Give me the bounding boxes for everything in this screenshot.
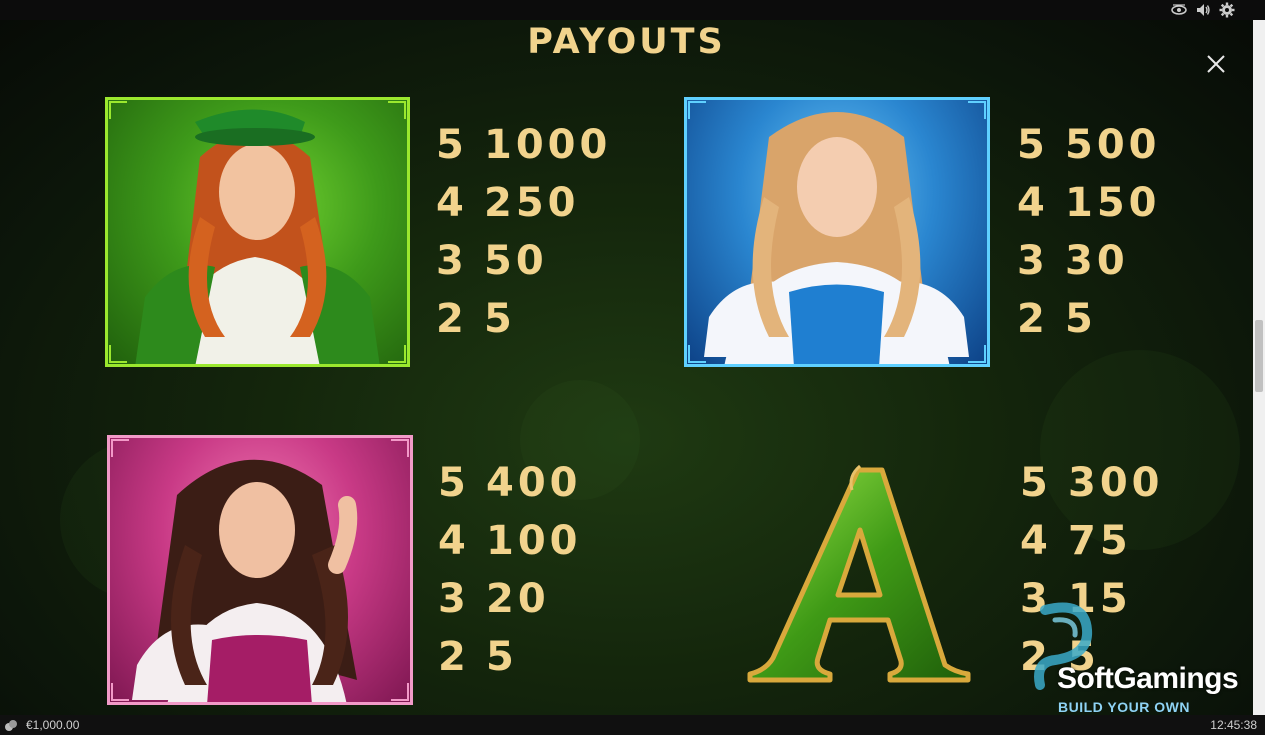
symbol-blue-girl <box>684 97 990 367</box>
frame-corner <box>388 101 406 119</box>
clock-display: 12:45:38 <box>1210 718 1257 732</box>
symbol-count: 2 <box>1017 296 1049 342</box>
close-icon <box>1207 55 1225 73</box>
close-button[interactable] <box>1202 50 1230 78</box>
payout-value: 5 <box>1065 296 1097 342</box>
top-toolbar <box>0 0 1265 20</box>
symbol-count: 4 <box>1020 518 1052 564</box>
frame-corner <box>391 683 409 701</box>
symbol-count: 4 <box>438 518 470 564</box>
payout-value: 150 <box>1065 180 1161 226</box>
payout-value: 20 <box>486 576 550 622</box>
frame-corner <box>388 345 406 363</box>
frame-corner <box>109 345 127 363</box>
payout-value: 5 <box>486 634 518 680</box>
scrollbar[interactable] <box>1253 20 1265 715</box>
payout-value: 75 <box>1068 518 1132 564</box>
page-title: PAYOUTS <box>527 22 726 62</box>
frame-corner <box>111 439 129 457</box>
payout-row: 3 30 <box>1017 232 1161 290</box>
payout-value: 50 <box>484 238 548 284</box>
payout-row: 4 100 <box>438 512 582 570</box>
balance-display: €1,000.00 <box>26 718 80 732</box>
frame-corner <box>968 345 986 363</box>
payout-row: 3 20 <box>438 570 582 628</box>
payout-value: 300 <box>1068 460 1164 506</box>
ace-letter-icon <box>747 464 971 683</box>
payout-value: 500 <box>1065 122 1161 168</box>
frame-corner <box>968 101 986 119</box>
symbol-frame <box>107 435 413 705</box>
symbol-ace <box>740 460 980 690</box>
symbol-count: 5 <box>436 122 468 168</box>
eye-icon[interactable] <box>1171 2 1187 18</box>
payout-row: 25 <box>438 628 582 686</box>
payout-value: 30 <box>1065 238 1129 284</box>
payout-row: 4 75 <box>1020 512 1164 570</box>
symbol-count: 5 <box>1017 122 1049 168</box>
payout-row: 25 <box>1017 290 1161 348</box>
symbol-count: 5 <box>438 460 470 506</box>
symbol-count: 2 <box>438 634 470 680</box>
payout-value: 5 <box>484 296 516 342</box>
payout-row: 4 150 <box>1017 174 1161 232</box>
payout-list-green-girl: 5 1000 4 250 3 50 25 <box>436 116 611 348</box>
symbol-count: 4 <box>436 180 468 226</box>
payout-row: 25 <box>436 290 611 348</box>
status-bar: €1,000.00 12:45:38 <box>0 715 1265 735</box>
payout-row: 5 500 <box>1017 116 1161 174</box>
payout-row: 5 300 <box>1020 454 1164 512</box>
symbol-count: 3 <box>438 576 470 622</box>
frame-corner <box>688 101 706 119</box>
watermark-brand: SoftGamings <box>1057 662 1239 695</box>
payout-row: 5 400 <box>438 454 582 512</box>
payout-row: 4 250 <box>436 174 611 232</box>
frame-corner <box>391 439 409 457</box>
gear-icon[interactable] <box>1219 2 1235 18</box>
symbol-pink-girl <box>107 435 413 705</box>
payout-value: 400 <box>486 460 582 506</box>
symbol-count: 4 <box>1017 180 1049 226</box>
scrollbar-thumb[interactable] <box>1255 320 1263 392</box>
payout-value: 100 <box>486 518 582 564</box>
payout-list-blue-girl: 5 500 4 150 3 30 25 <box>1017 116 1161 348</box>
frame-corner <box>109 101 127 119</box>
payout-value: 250 <box>484 180 580 226</box>
payout-row: 5 1000 <box>436 116 611 174</box>
frame-corner <box>111 683 129 701</box>
softgamings-watermark: SoftGamings BUILD YOUR OWN CASINO <box>1025 600 1250 731</box>
speaker-icon[interactable] <box>1195 2 1211 18</box>
payout-value: 1000 <box>484 122 612 168</box>
symbol-frame <box>684 97 990 367</box>
payout-row: 3 50 <box>436 232 611 290</box>
symbol-frame <box>105 97 410 367</box>
frame-corner <box>688 345 706 363</box>
symbol-count: 5 <box>1020 460 1052 506</box>
symbol-green-girl <box>105 97 410 367</box>
top-icons <box>1171 2 1235 18</box>
symbol-count: 3 <box>436 238 468 284</box>
payout-list-pink-girl: 5 400 4 100 3 20 25 <box>438 454 582 686</box>
coins-icon <box>5 720 17 731</box>
symbol-count: 2 <box>436 296 468 342</box>
symbol-count: 3 <box>1017 238 1049 284</box>
